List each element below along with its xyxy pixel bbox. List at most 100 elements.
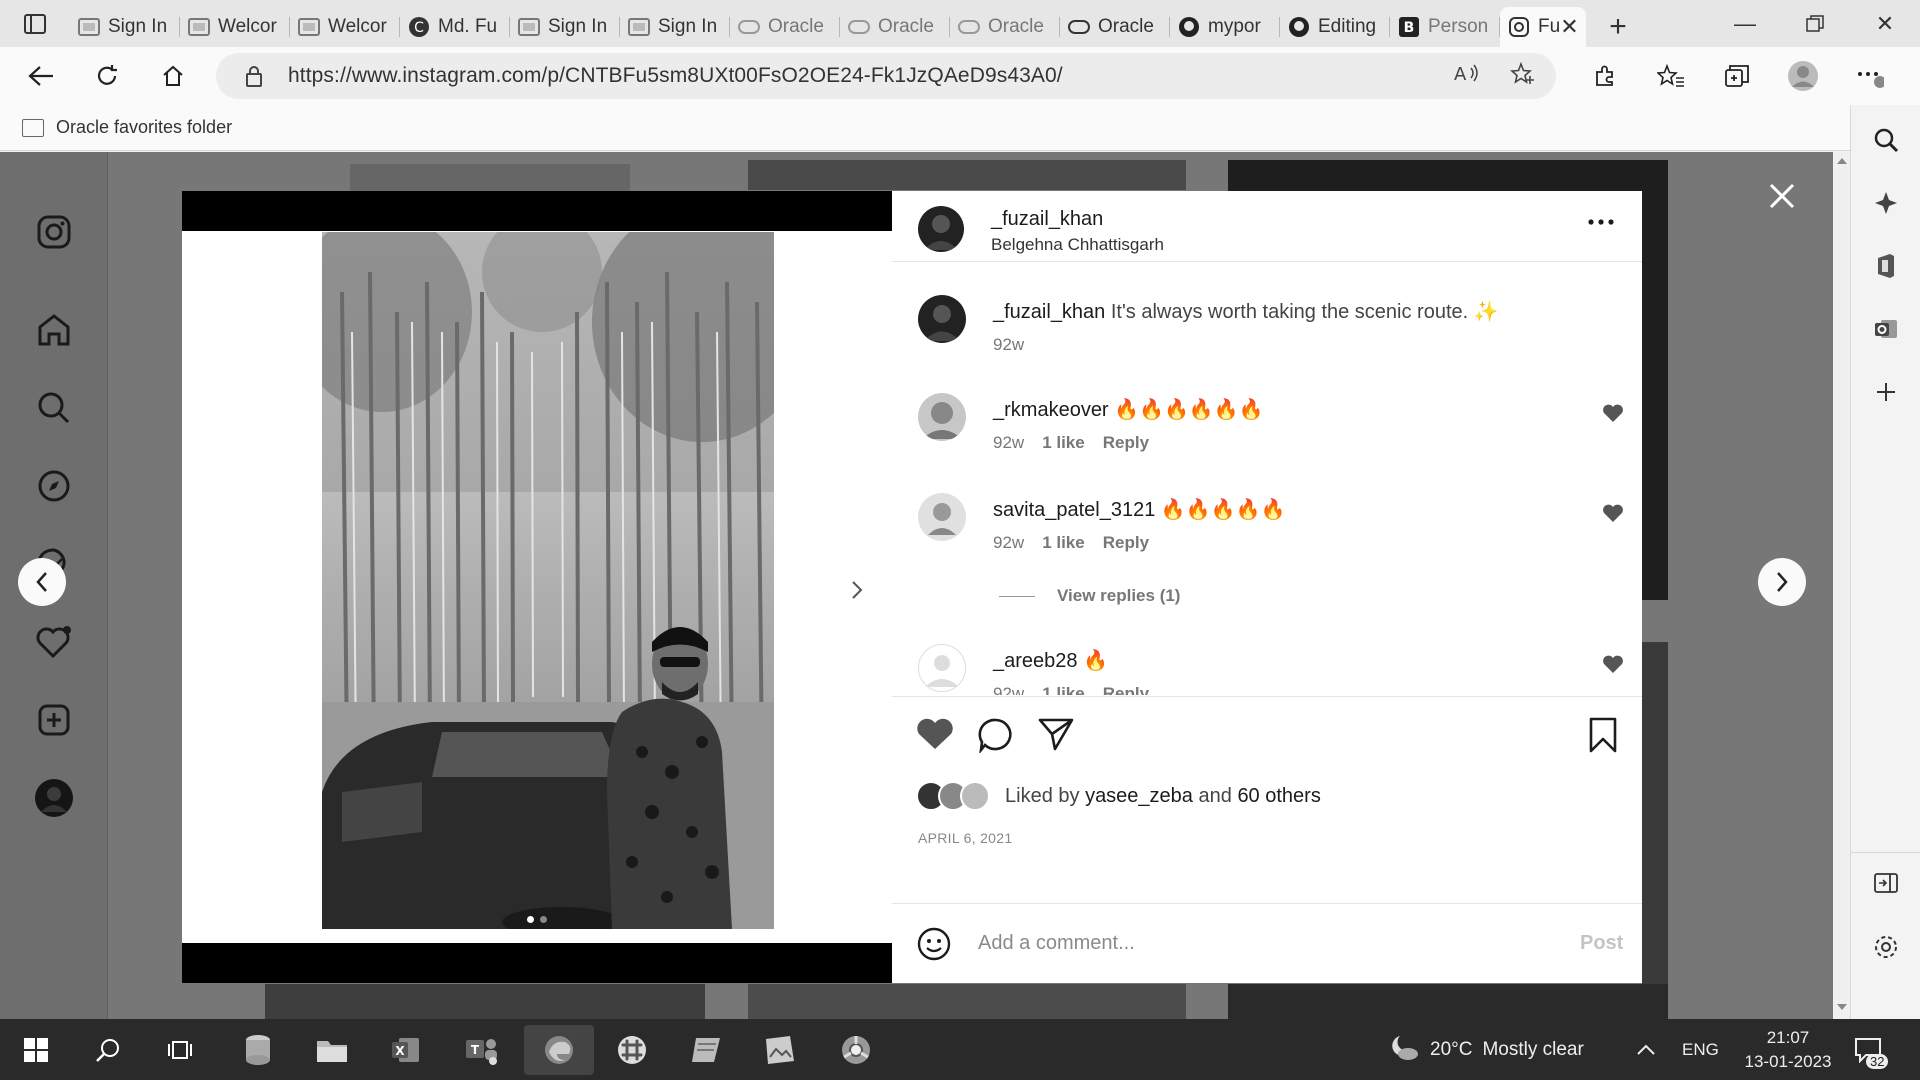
sidebar-outlook-icon[interactable] — [1851, 299, 1920, 359]
scroll-up-arrow-icon[interactable] — [1837, 158, 1847, 164]
reply-button[interactable]: Reply — [1103, 433, 1149, 453]
slack-icon[interactable] — [602, 1025, 662, 1075]
comment-likes[interactable]: 1 like — [1042, 533, 1085, 553]
read-aloud-icon[interactable]: A — [1454, 62, 1480, 91]
sidebar-hide-icon[interactable] — [1851, 852, 1920, 912]
file-explorer-icon[interactable] — [302, 1025, 362, 1075]
notifications-heart-icon[interactable] — [30, 618, 78, 666]
back-button[interactable] — [8, 47, 74, 105]
commenter-avatar[interactable] — [918, 493, 966, 541]
author-username[interactable]: _fuzail_khan — [991, 208, 1103, 231]
comment-username[interactable]: savita_patel_3121 — [993, 499, 1155, 521]
next-post-button[interactable] — [1758, 558, 1806, 606]
new-tab-button[interactable]: + — [1596, 7, 1640, 47]
settings-more-icon[interactable] — [1836, 64, 1902, 88]
image-app-icon[interactable] — [750, 1025, 810, 1075]
notes-app-icon[interactable] — [676, 1025, 736, 1075]
like-comment-heart-icon[interactable] — [1602, 654, 1624, 676]
like-heart-icon[interactable] — [916, 717, 954, 756]
sidebar-discover-icon[interactable] — [1851, 173, 1920, 233]
like-comment-heart-icon[interactable] — [1602, 503, 1624, 525]
scroll-down-arrow-icon[interactable] — [1837, 1004, 1847, 1010]
minimize-icon[interactable]: — — [1710, 0, 1780, 47]
caption-time[interactable]: 92w — [993, 335, 1024, 355]
database-app-icon[interactable] — [228, 1025, 288, 1075]
view-replies-button[interactable]: View replies (1) — [999, 586, 1180, 606]
sidebar-settings-icon[interactable] — [1851, 917, 1920, 977]
browser-tab[interactable]: Welcor — [290, 7, 400, 47]
browser-tab[interactable]: Editing — [1280, 7, 1390, 47]
browser-tab[interactable]: C Md. Fu — [400, 7, 510, 47]
commenter-avatar[interactable] — [918, 644, 966, 692]
sidebar-search-icon[interactable] — [1851, 110, 1920, 170]
notification-center-icon[interactable]: 32 — [1854, 1019, 1889, 1080]
post-date[interactable]: APRIL 6, 2021 — [918, 830, 1012, 846]
system-clock[interactable]: 21:07 13-01-2023 — [1740, 1019, 1836, 1080]
extensions-icon[interactable] — [1572, 64, 1638, 88]
like-comment-heart-icon[interactable] — [1602, 403, 1624, 425]
comment-time[interactable]: 92w — [993, 433, 1024, 453]
emoji-icon[interactable] — [916, 926, 952, 967]
browser-tab[interactable]: Welcor — [180, 7, 290, 47]
favorites-folder-link[interactable]: Oracle favorites folder — [56, 117, 232, 138]
post-location[interactable]: Belgehna Chhattisgarh — [991, 235, 1164, 255]
add-favorite-icon[interactable] — [1510, 61, 1536, 91]
browser-tab[interactable]: B Person — [1390, 7, 1500, 47]
browser-tab[interactable]: Oracle — [840, 7, 950, 47]
reply-button[interactable]: Reply — [1103, 684, 1149, 695]
liked-by-others-link[interactable]: 60 others — [1237, 785, 1320, 807]
create-post-icon[interactable] — [30, 696, 78, 744]
sidebar-add-icon[interactable] — [1851, 362, 1920, 422]
restore-icon[interactable] — [1780, 0, 1850, 47]
close-tab-icon[interactable]: ✕ — [1560, 14, 1578, 40]
browser-tab-active[interactable]: Fu ✕ — [1500, 7, 1586, 47]
comment-likes[interactable]: 1 like — [1042, 684, 1085, 695]
browser-tab[interactable]: mypor — [1170, 7, 1280, 47]
post-photo[interactable] — [322, 232, 774, 929]
weather-widget[interactable]: 20°C Mostly clear — [1386, 1019, 1584, 1080]
comment-bubble-icon[interactable] — [978, 717, 1014, 758]
browser-tab[interactable]: Oracle — [1060, 7, 1170, 47]
browser-tab[interactable]: Sign In — [70, 7, 180, 47]
previous-post-button[interactable] — [18, 558, 66, 606]
show-hidden-icons-chevron-icon[interactable] — [1636, 1019, 1656, 1080]
browser-tab[interactable]: Sign In — [510, 7, 620, 47]
excel-icon[interactable]: X — [376, 1025, 436, 1075]
edge-taskbar-icon[interactable] — [524, 1025, 594, 1075]
author-avatar[interactable] — [918, 295, 966, 343]
comment-time[interactable]: 92w — [993, 533, 1024, 553]
profile-avatar[interactable] — [1770, 60, 1836, 92]
carousel-next-button[interactable] — [838, 571, 876, 609]
explore-nav-icon[interactable] — [30, 462, 78, 510]
collections-icon[interactable] — [1704, 64, 1770, 88]
more-options-icon[interactable] — [1587, 214, 1615, 232]
page-scrollbar[interactable] — [1833, 152, 1850, 1019]
language-indicator[interactable]: ENG — [1682, 1019, 1719, 1080]
windows-start-icon[interactable] — [6, 1025, 66, 1075]
sidebar-office-icon[interactable] — [1851, 236, 1920, 296]
tab-actions-icon[interactable] — [0, 0, 70, 47]
favorites-icon[interactable] — [1638, 64, 1704, 88]
close-modal-button[interactable] — [1762, 176, 1802, 216]
commenter-avatar[interactable] — [918, 393, 966, 441]
post-comment-button[interactable]: Post — [1580, 932, 1623, 955]
comment-likes[interactable]: 1 like — [1042, 433, 1085, 453]
close-window-icon[interactable]: ✕ — [1850, 0, 1920, 47]
save-bookmark-icon[interactable] — [1588, 717, 1618, 758]
comment-username[interactable]: _areeb28 — [993, 650, 1078, 672]
taskbar-search-icon[interactable] — [78, 1025, 138, 1075]
browser-tab[interactable]: Oracle — [950, 7, 1060, 47]
comment-username[interactable]: _rkmakeover — [993, 399, 1109, 421]
teams-icon[interactable]: T — [452, 1025, 512, 1075]
instagram-logo-icon[interactable] — [30, 208, 78, 256]
comment-input[interactable]: Add a comment... — [978, 932, 1135, 955]
refresh-button[interactable] — [74, 47, 140, 105]
home-button[interactable] — [140, 47, 206, 105]
caption-username[interactable]: _fuzail_khan — [993, 301, 1105, 323]
share-plane-icon[interactable] — [1038, 717, 1074, 756]
url-field[interactable]: https://www.instagram.com/p/CNTBFu5sm8UX… — [216, 53, 1556, 99]
browser-tab[interactable]: Sign In — [620, 7, 730, 47]
profile-avatar[interactable] — [30, 774, 78, 822]
task-view-icon[interactable] — [150, 1025, 210, 1075]
search-nav-icon[interactable] — [30, 384, 78, 432]
